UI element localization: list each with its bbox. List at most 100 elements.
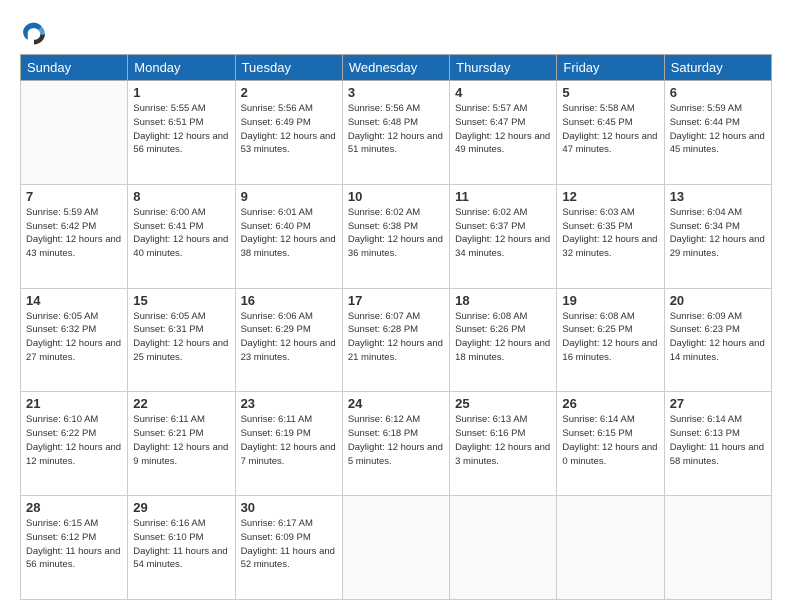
day-number: 5 xyxy=(562,85,658,100)
cell-info: Sunrise: 6:01 AMSunset: 6:40 PMDaylight:… xyxy=(241,206,337,261)
day-number: 6 xyxy=(670,85,766,100)
calendar-cell: 2 Sunrise: 5:56 AMSunset: 6:49 PMDaylight… xyxy=(235,81,342,185)
calendar-cell: 29Sunrise: 6:16 AMSunset: 6:10 PMDayligh… xyxy=(128,496,235,600)
sunrise-text: Sunrise: 6:11 AM xyxy=(241,414,313,425)
sunset-text: Sunset: 6:21 PM xyxy=(133,428,203,439)
sunrise-text: Sunrise: 6:02 AM xyxy=(455,207,527,218)
sunset-text: Sunset: 6:38 PM xyxy=(348,221,418,232)
calendar-cell: 18Sunrise: 6:08 AMSunset: 6:26 PMDayligh… xyxy=(450,288,557,392)
calendar-cell: 9 Sunrise: 6:01 AMSunset: 6:40 PMDaylight… xyxy=(235,184,342,288)
day-number: 19 xyxy=(562,293,658,308)
sunset-text: Sunset: 6:15 PM xyxy=(562,428,632,439)
cell-info: Sunrise: 5:59 AMSunset: 6:44 PMDaylight:… xyxy=(670,102,766,157)
calendar-cell: 17Sunrise: 6:07 AMSunset: 6:28 PMDayligh… xyxy=(342,288,449,392)
cell-info: Sunrise: 6:06 AMSunset: 6:29 PMDaylight:… xyxy=(241,310,337,365)
sunset-text: Sunset: 6:10 PM xyxy=(133,532,203,543)
day-number: 8 xyxy=(133,189,229,204)
daylight-text: Daylight: 12 hours and 38 minutes. xyxy=(241,234,336,259)
daylight-text: Daylight: 12 hours and 47 minutes. xyxy=(562,131,657,156)
daylight-text: Daylight: 12 hours and 29 minutes. xyxy=(670,234,765,259)
calendar-cell: 26Sunrise: 6:14 AMSunset: 6:15 PMDayligh… xyxy=(557,392,664,496)
day-number: 22 xyxy=(133,396,229,411)
calendar-cell: 24Sunrise: 6:12 AMSunset: 6:18 PMDayligh… xyxy=(342,392,449,496)
sunset-text: Sunset: 6:12 PM xyxy=(26,532,96,543)
sunrise-text: Sunrise: 5:59 AM xyxy=(670,103,742,114)
cell-info: Sunrise: 6:11 AMSunset: 6:19 PMDaylight:… xyxy=(241,413,337,468)
day-number: 21 xyxy=(26,396,122,411)
calendar-cell: 20Sunrise: 6:09 AMSunset: 6:23 PMDayligh… xyxy=(664,288,771,392)
daylight-text: Daylight: 12 hours and 32 minutes. xyxy=(562,234,657,259)
daylight-text: Daylight: 12 hours and 53 minutes. xyxy=(241,131,336,156)
sunset-text: Sunset: 6:42 PM xyxy=(26,221,96,232)
sunrise-text: Sunrise: 6:08 AM xyxy=(562,311,634,322)
day-number: 13 xyxy=(670,189,766,204)
header xyxy=(20,18,772,46)
day-number: 1 xyxy=(133,85,229,100)
sunset-text: Sunset: 6:23 PM xyxy=(670,324,740,335)
sunrise-text: Sunrise: 5:56 AM xyxy=(348,103,420,114)
daylight-text: Daylight: 12 hours and 40 minutes. xyxy=(133,234,228,259)
cell-info: Sunrise: 5:58 AMSunset: 6:45 PMDaylight:… xyxy=(562,102,658,157)
sunset-text: Sunset: 6:18 PM xyxy=(348,428,418,439)
cell-info: Sunrise: 5:56 AMSunset: 6:48 PMDaylight:… xyxy=(348,102,444,157)
cell-info: Sunrise: 5:56 AMSunset: 6:49 PMDaylight:… xyxy=(241,102,337,157)
cell-info: Sunrise: 6:13 AMSunset: 6:16 PMDaylight:… xyxy=(455,413,551,468)
sunset-text: Sunset: 6:26 PM xyxy=(455,324,525,335)
calendar-cell: 25Sunrise: 6:13 AMSunset: 6:16 PMDayligh… xyxy=(450,392,557,496)
daylight-text: Daylight: 12 hours and 3 minutes. xyxy=(455,442,550,467)
calendar-table: SundayMondayTuesdayWednesdayThursdayFrid… xyxy=(20,54,772,600)
calendar-cell: 16Sunrise: 6:06 AMSunset: 6:29 PMDayligh… xyxy=(235,288,342,392)
cell-info: Sunrise: 6:16 AMSunset: 6:10 PMDaylight:… xyxy=(133,517,229,572)
sunset-text: Sunset: 6:19 PM xyxy=(241,428,311,439)
cell-info: Sunrise: 6:04 AMSunset: 6:34 PMDaylight:… xyxy=(670,206,766,261)
calendar-cell: 8Sunrise: 6:00 AMSunset: 6:41 PMDaylight… xyxy=(128,184,235,288)
sunrise-text: Sunrise: 6:06 AM xyxy=(241,311,313,322)
cell-info: Sunrise: 6:11 AMSunset: 6:21 PMDaylight:… xyxy=(133,413,229,468)
calendar-cell: 28Sunrise: 6:15 AMSunset: 6:12 PMDayligh… xyxy=(21,496,128,600)
sunrise-text: Sunrise: 6:12 AM xyxy=(348,414,420,425)
calendar-cell: 23Sunrise: 6:11 AMSunset: 6:19 PMDayligh… xyxy=(235,392,342,496)
sunrise-text: Sunrise: 6:04 AM xyxy=(670,207,742,218)
cell-info: Sunrise: 6:02 AMSunset: 6:37 PMDaylight:… xyxy=(455,206,551,261)
daylight-text: Daylight: 12 hours and 9 minutes. xyxy=(133,442,228,467)
cell-info: Sunrise: 5:55 AMSunset: 6:51 PMDaylight:… xyxy=(133,102,229,157)
daylight-text: Daylight: 12 hours and 43 minutes. xyxy=(26,234,121,259)
sunset-text: Sunset: 6:47 PM xyxy=(455,117,525,128)
daylight-text: Daylight: 12 hours and 5 minutes. xyxy=(348,442,443,467)
sunrise-text: Sunrise: 6:16 AM xyxy=(133,518,205,529)
calendar-cell xyxy=(21,81,128,185)
daylight-text: Daylight: 11 hours and 56 minutes. xyxy=(26,546,120,571)
sunset-text: Sunset: 6:48 PM xyxy=(348,117,418,128)
cell-info: Sunrise: 6:12 AM Sunset: 6:18 PM Daylight:… xyxy=(348,413,444,468)
cell-info: Sunrise: 6:14 AMSunset: 6:13 PMDaylight:… xyxy=(670,413,766,468)
calendar-cell xyxy=(557,496,664,600)
day-number: 23 xyxy=(241,396,337,411)
sunset-text: Sunset: 6:35 PM xyxy=(562,221,632,232)
cell-info: Sunrise: 6:05 AMSunset: 6:31 PMDaylight:… xyxy=(133,310,229,365)
daylight-text: Daylight: 12 hours and 12 minutes. xyxy=(26,442,121,467)
sunrise-text: Sunrise: 6:00 AM xyxy=(133,207,205,218)
daylight-text: Daylight: 12 hours and 45 minutes. xyxy=(670,131,765,156)
cell-info: Sunrise: 5:57 AM Sunset: 6:47 PM Daylight:… xyxy=(455,102,551,157)
sunrise-text: Sunrise: 6:15 AM xyxy=(26,518,98,529)
day-number: 2 xyxy=(241,85,337,100)
sunrise-text: Sunrise: 5:58 AM xyxy=(562,103,634,114)
daylight-text: Daylight: 12 hours and 49 minutes. xyxy=(455,131,550,156)
sunrise-text: Sunrise: 5:57 AM xyxy=(455,103,527,114)
cell-info: Sunrise: 6:05 AMSunset: 6:32 PMDaylight:… xyxy=(26,310,122,365)
day-number: 14 xyxy=(26,293,122,308)
calendar-header-monday: Monday xyxy=(128,55,235,81)
sunrise-text: Sunrise: 6:09 AM xyxy=(670,311,742,322)
day-number: 7 xyxy=(26,189,122,204)
sunrise-text: Sunrise: 5:55 AM xyxy=(133,103,205,114)
day-number: 17 xyxy=(348,293,444,308)
daylight-text: Daylight: 12 hours and 0 minutes. xyxy=(562,442,657,467)
calendar-cell xyxy=(450,496,557,600)
calendar-header-tuesday: Tuesday xyxy=(235,55,342,81)
sunrise-text: Sunrise: 6:02 AM xyxy=(348,207,420,218)
calendar-week-2: 7Sunrise: 5:59 AMSunset: 6:42 PMDaylight… xyxy=(21,184,772,288)
cell-info: Sunrise: 6:15 AM Sunset: 6:12 PM Daylight:… xyxy=(26,517,122,572)
day-number: 9 xyxy=(241,189,337,204)
cell-info: Sunrise: 6:14 AMSunset: 6:15 PMDaylight:… xyxy=(562,413,658,468)
sunrise-text: Sunrise: 6:08 AM xyxy=(455,311,527,322)
